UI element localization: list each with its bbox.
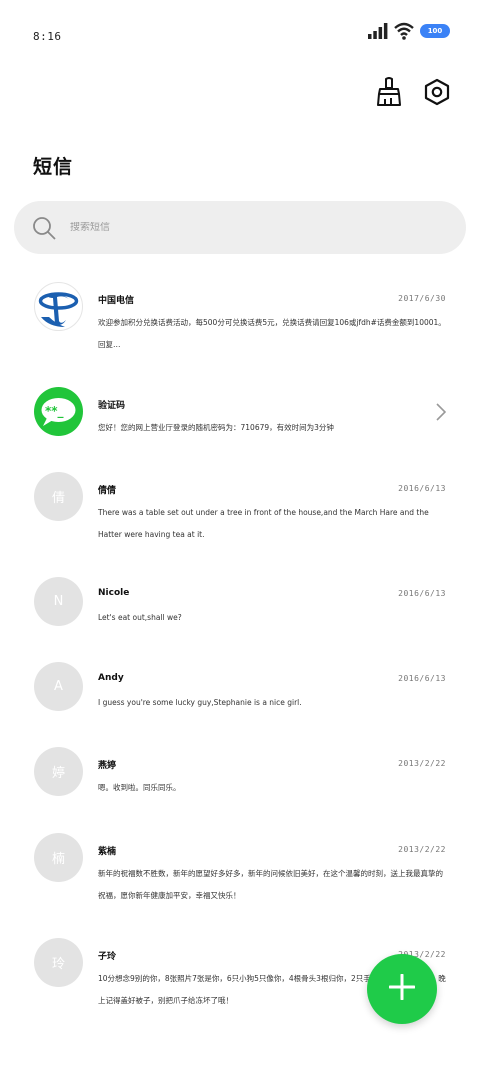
plus-icon bbox=[388, 973, 416, 1004]
status-time: 8:16 bbox=[33, 30, 62, 43]
clean-button[interactable] bbox=[374, 76, 404, 112]
search-bar[interactable] bbox=[14, 201, 466, 254]
status-icons: 100 bbox=[368, 22, 450, 40]
message-date: 2016/6/13 bbox=[398, 484, 446, 493]
compose-button[interactable] bbox=[367, 954, 437, 1024]
message-name: 子玲 bbox=[98, 952, 117, 962]
message-item-zinan[interactable]: 楠 紫楠 2013/2/22 新年的祝福数不胜数，新年的愿望好多好多，新年的问候… bbox=[0, 833, 480, 928]
status-bar: 8:16 100 bbox=[0, 0, 480, 60]
search-icon bbox=[32, 216, 56, 240]
message-item-qianqian[interactable]: 倩 倩倩 2016/6/13 There was a table set out… bbox=[0, 472, 480, 567]
message-date: 2013/2/22 bbox=[398, 845, 446, 854]
message-name: 燕婷 bbox=[98, 761, 117, 771]
message-preview: I guess you're some lucky guy,Stephanie … bbox=[98, 698, 302, 707]
message-name: 倩倩 bbox=[98, 486, 117, 496]
message-name: 紫楠 bbox=[98, 847, 117, 857]
avatar: A bbox=[34, 662, 83, 711]
message-preview: Let's eat out,shall we? bbox=[98, 613, 182, 622]
message-item-andy[interactable]: A Andy 2016/6/13 I guess you're some luc… bbox=[0, 662, 480, 732]
message-preview: 新年的祝福数不胜数，新年的愿望好多好多，新年的问候依旧美好，在这个温馨的时刻，送… bbox=[98, 869, 443, 900]
message-preview: 嗯。收到啦。同乐同乐。 bbox=[98, 783, 181, 792]
message-name: Andy bbox=[98, 673, 124, 683]
message-preview: There was a table set out under a tree i… bbox=[98, 508, 429, 539]
message-item-nicole[interactable]: N Nicole 2016/6/13 Let's eat out,shall w… bbox=[0, 577, 480, 647]
wifi-icon bbox=[394, 22, 414, 40]
battery-icon: 100 bbox=[420, 24, 450, 38]
message-name: Nicole bbox=[98, 588, 130, 598]
message-item-verification[interactable]: **_ 验证码 您好！您的网上营业厅登录的随机密码为：710679，有效时间为3… bbox=[0, 387, 480, 457]
message-date: 2017/6/30 bbox=[398, 294, 446, 303]
message-item-china-telecom[interactable]: 中国电信 2017/6/30 欢迎参加积分兑换话费活动，每500分可兑换话费5元… bbox=[0, 282, 480, 377]
avatar: 婷 bbox=[34, 747, 83, 796]
settings-button[interactable] bbox=[422, 76, 452, 112]
settings-hexagon-icon bbox=[424, 78, 450, 110]
search-input[interactable] bbox=[70, 222, 370, 233]
avatar: 倩 bbox=[34, 472, 83, 521]
message-date: 2016/6/13 bbox=[398, 589, 446, 598]
svg-text:**_: **_ bbox=[45, 404, 64, 419]
sms-chat-icon: **_ bbox=[34, 387, 83, 436]
china-telecom-logo bbox=[34, 282, 83, 331]
message-preview: 欢迎参加积分兑换话费活动，每500分可兑换话费5元，兑换话费请回复106或jfd… bbox=[98, 318, 446, 349]
message-date: 2016/6/13 bbox=[398, 674, 446, 683]
message-name: 中国电信 bbox=[98, 296, 135, 306]
avatar: 楠 bbox=[34, 833, 83, 882]
signal-icon bbox=[368, 23, 388, 39]
broom-icon bbox=[376, 77, 402, 111]
avatar: N bbox=[34, 577, 83, 626]
toolbar bbox=[374, 76, 452, 112]
page-title: 短信 bbox=[33, 156, 74, 178]
message-item-yanting[interactable]: 婷 燕婷 2013/2/22 嗯。收到啦。同乐同乐。 bbox=[0, 747, 480, 817]
chevron-right-icon bbox=[436, 403, 447, 425]
message-name: 验证码 bbox=[98, 401, 126, 411]
avatar: 玲 bbox=[34, 938, 83, 987]
message-preview: 您好！您的网上营业厅登录的随机密码为：710679，有效时间为3分钟 bbox=[98, 423, 334, 432]
message-date: 2013/2/22 bbox=[398, 759, 446, 768]
